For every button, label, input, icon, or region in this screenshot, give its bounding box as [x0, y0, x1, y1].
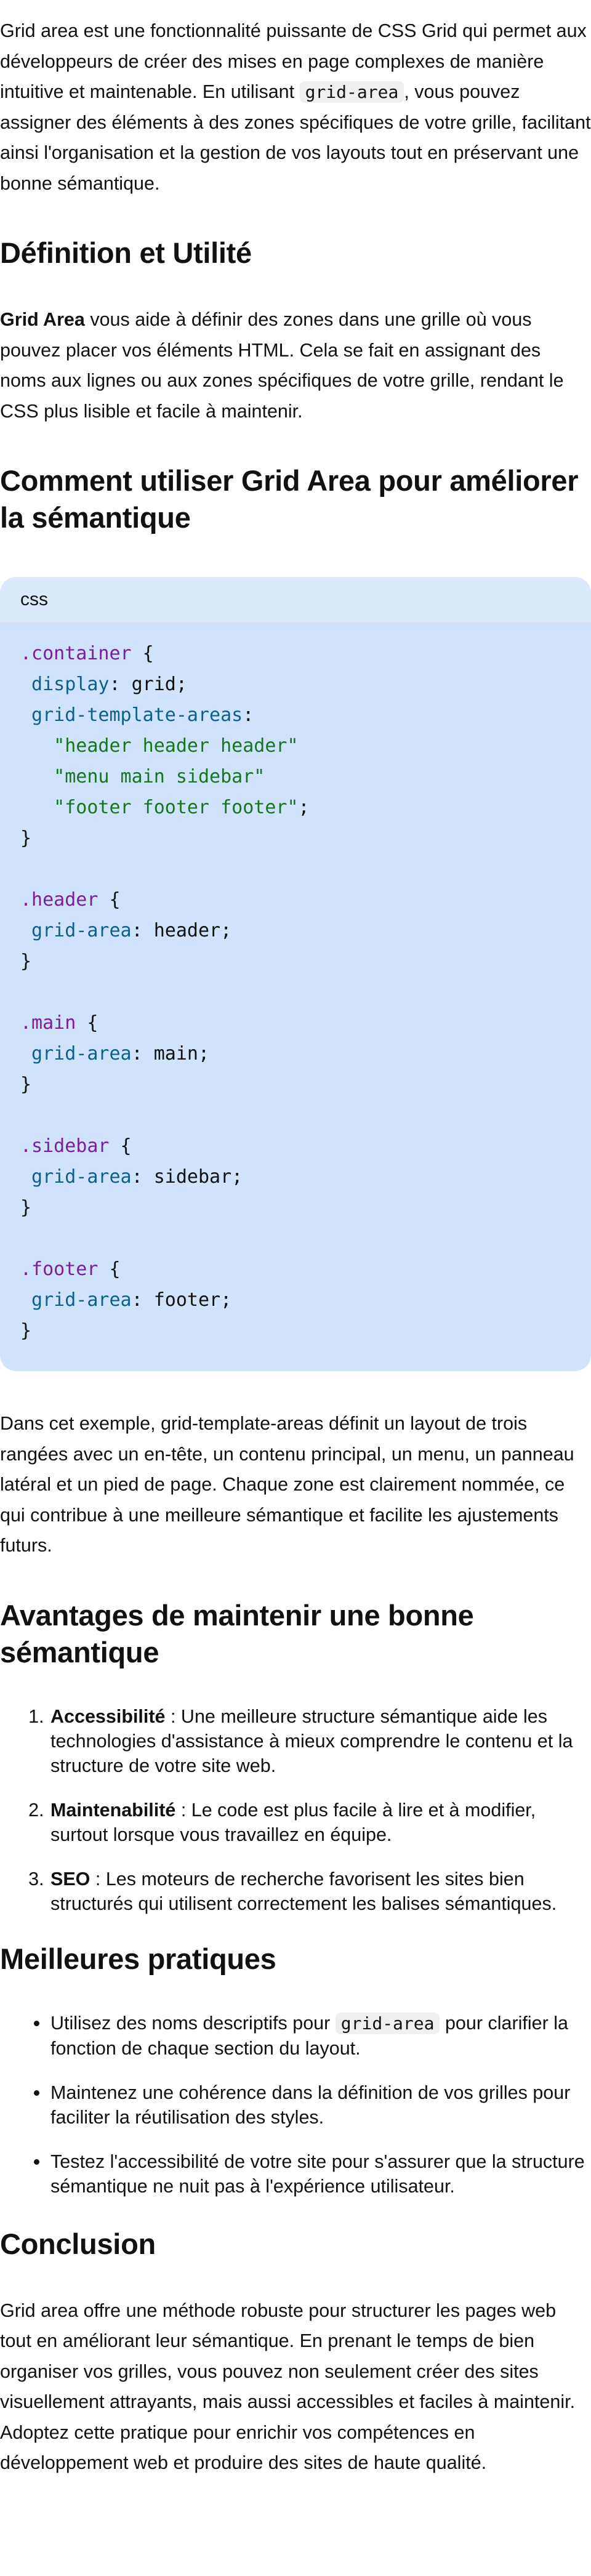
code-line: "menu main sidebar" — [20, 762, 591, 792]
code-token: display — [20, 674, 110, 695]
code-token: { — [109, 1135, 132, 1157]
advantage-text: : Les moteurs de recherche favorisent le… — [50, 1868, 557, 1914]
advantage-term: Accessibilité — [50, 1705, 166, 1727]
code-line: .sidebar { — [20, 1131, 591, 1162]
practice-text: Maintenez une cohérence dans la définiti… — [50, 2082, 571, 2128]
code-line: .main { — [20, 1008, 591, 1039]
code-token: : sidebar; — [131, 1166, 243, 1188]
code-token: { — [98, 1258, 121, 1280]
code-line: .header { — [20, 885, 591, 916]
heading-definition: Définition et Utilité — [0, 236, 252, 269]
inline-code-grid-area: grid-area — [335, 2012, 440, 2034]
practices-list: Utilisez des noms descriptifs pour grid-… — [0, 2011, 591, 2199]
advantage-term: SEO — [50, 1868, 90, 1890]
inline-code-grid-area: grid-area — [299, 81, 404, 103]
list-item: Maintenez une cohérence dans la définiti… — [49, 2080, 591, 2130]
code-token: .header — [20, 889, 98, 911]
code-token: : header; — [131, 920, 232, 941]
practice-text: Testez l'accessibilité de votre site pou… — [50, 2151, 585, 2197]
code-token: { — [98, 889, 121, 911]
article: Grid area est une fonctionnalité puissan… — [0, 0, 591, 2479]
code-language-label: css — [0, 577, 591, 622]
code-line: } — [20, 1316, 591, 1346]
code-token: .container — [20, 643, 132, 664]
code-line: "footer footer footer"; — [20, 792, 591, 823]
definition-paragraph: Grid Area vous aide à définir des zones … — [0, 305, 591, 427]
code-token: } — [20, 1074, 32, 1095]
code-token: { — [76, 1012, 98, 1034]
code-line: display: grid; — [20, 669, 591, 700]
code-line: } — [20, 823, 591, 854]
code-line: } — [20, 1193, 591, 1223]
code-token: "header header header" — [20, 735, 299, 757]
practice-text: Utilisez des noms descriptifs pour — [50, 2012, 336, 2034]
list-item: Testez l'accessibilité de votre site pou… — [49, 2149, 591, 2199]
code-content[interactable]: .container { display: grid; grid-templat… — [0, 622, 591, 1346]
code-line: .footer { — [20, 1254, 591, 1285]
code-token: grid-area — [20, 1043, 132, 1065]
code-token: : — [243, 704, 254, 726]
code-token: : footer; — [131, 1289, 232, 1311]
code-line: } — [20, 1069, 591, 1100]
code-token: ; — [298, 797, 310, 818]
heading-practices: Meilleures pratiques — [0, 1942, 276, 1975]
heading-usage: Comment utiliser Grid Area pour améliore… — [0, 464, 579, 534]
code-token: .footer — [20, 1258, 98, 1280]
code-token: "footer footer footer" — [20, 797, 299, 818]
code-line: grid-area: header; — [20, 916, 591, 946]
code-token: .main — [20, 1012, 76, 1034]
heading-advantages: Avantages de maintenir une bonne sémanti… — [0, 1598, 474, 1668]
code-token: } — [20, 951, 32, 972]
code-token: grid-area — [20, 920, 132, 941]
code-token: : grid; — [109, 674, 187, 695]
list-item: Accessibilité : Une meilleure structure … — [49, 1704, 591, 1778]
conclusion-paragraph: Grid area offre une méthode robuste pour… — [0, 2300, 576, 2474]
code-line: grid-area: main; — [20, 1039, 591, 1069]
list-item: SEO : Les moteurs de recherche favorisen… — [49, 1867, 591, 1916]
code-token: .sidebar — [20, 1135, 110, 1157]
code-line: "header header header" — [20, 731, 591, 762]
code-token: grid-area — [20, 1166, 132, 1188]
intro-paragraph: Grid area est une fonctionnalité puissan… — [0, 16, 591, 199]
code-token: "menu main sidebar" — [20, 766, 265, 787]
code-token: } — [20, 827, 32, 849]
code-line: .container { — [20, 638, 591, 669]
definition-bold-term: Grid Area — [0, 309, 85, 330]
code-token: } — [20, 1197, 32, 1218]
code-line: grid-area: footer; — [20, 1285, 591, 1316]
code-token: { — [131, 643, 154, 664]
code-line: grid-template-areas: — [20, 700, 591, 731]
advantages-list: Accessibilité : Une meilleure structure … — [0, 1704, 591, 1916]
code-token: : main; — [131, 1043, 210, 1065]
code-token: grid-template-areas — [20, 704, 243, 726]
code-explanation-paragraph: Dans cet exemple, grid-template-areas dé… — [0, 1413, 574, 1556]
code-block: css .container { display: grid; grid-tem… — [0, 577, 591, 1371]
advantage-term: Maintenabilité — [50, 1799, 176, 1821]
code-token: } — [20, 1320, 32, 1342]
list-item: Utilisez des noms descriptifs pour grid-… — [49, 2011, 591, 2061]
definition-text: vous aide à définir des zones dans une g… — [0, 309, 564, 422]
code-token: grid-area — [20, 1289, 132, 1311]
code-line: } — [20, 946, 591, 977]
list-item: Maintenabilité : Le code est plus facile… — [49, 1798, 591, 1847]
heading-conclusion: Conclusion — [0, 2227, 156, 2260]
code-line: grid-area: sidebar; — [20, 1162, 591, 1193]
